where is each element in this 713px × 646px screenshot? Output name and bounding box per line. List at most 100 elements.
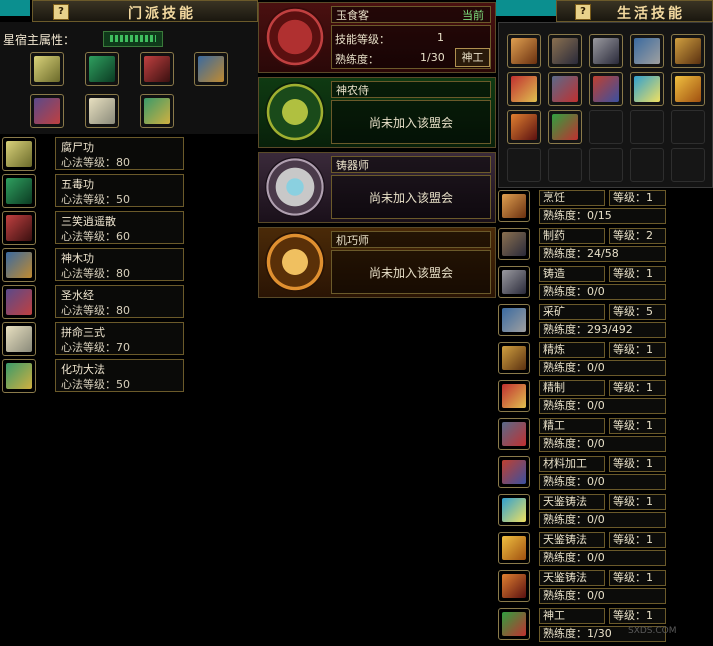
sect-skill-row[interactable]: 化功大法心法等级：50 [55,359,184,392]
life-skill-name: 采矿 [539,304,605,320]
empty-slot[interactable] [548,148,582,182]
life-skill-icon[interactable] [498,608,530,640]
career-status: 尚未加入该盟会 [331,175,491,219]
sect-skill-icon[interactable] [2,137,36,171]
life-skill-name: 精制 [539,380,605,396]
life-skill-grid-icon[interactable] [630,72,664,106]
life-skill-name: 天鉴铸法 [539,494,605,510]
skill-level: 心法等级：80 [61,304,130,317]
prof-value: 1/30 [420,51,445,64]
empty-slot[interactable] [671,148,705,182]
purple-book-icon[interactable] [30,94,64,128]
life-skill-icon[interactable] [498,532,530,564]
life-skill-icon[interactable] [498,342,530,374]
life-skill-level: 等级：2 [609,228,666,244]
career-yushike[interactable]: 玉食客 当前 技能等级： 1 熟练度： 1/30 神工 [258,2,496,73]
life-skill-level: 等级：1 [609,266,666,282]
life-skill-icon[interactable] [498,570,530,602]
skill-level: 心法等级：50 [61,193,130,206]
sect-skill-icon[interactable] [2,285,36,319]
life-skill-icon[interactable] [498,190,530,222]
life-skill-icon[interactable] [498,228,530,260]
career-name: 机巧师 [331,231,491,248]
skill-name: 化功大法 [61,363,105,376]
life-skills-header: ? 生活技能 [556,0,713,22]
life-skill-level: 等级：1 [609,190,666,206]
sect-skill-icon[interactable] [2,211,36,245]
jiqiao-emblem-icon [265,232,325,292]
paper-scroll-icon[interactable] [85,94,119,128]
life-skill-grid-icon[interactable] [507,110,541,144]
life-skill-proficiency: 熟练度：0/0 [539,360,666,376]
sect-skill-row[interactable]: 五毒功 心法等级：50 [55,174,184,207]
green-tome-icon[interactable] [140,94,174,128]
life-skill-proficiency: 熟练度：0/0 [539,436,666,452]
empty-slot[interactable] [589,110,623,144]
career-name: 玉食客 当前 [331,6,491,23]
life-skill-grid-icon[interactable] [548,110,582,144]
career-shennongshi[interactable]: 神农侍 尚未加入该盟会 [258,77,496,148]
life-skill-grid-icon[interactable] [548,72,582,106]
red-book-icon[interactable] [140,52,174,86]
zhuqi-emblem-icon [265,157,325,217]
skill-level: 心法等级：80 [61,156,130,169]
shengong-button[interactable]: 神工 [455,48,490,67]
sect-skill-row[interactable]: 圣水经心法等级：80 [55,285,184,318]
current-tag: 当前 [462,9,484,22]
career-zhuqishi[interactable]: 铸器师 尚未加入该盟会 [258,152,496,223]
life-skill-icon[interactable] [498,380,530,412]
scroll-icon[interactable] [30,52,64,86]
sect-skill-row[interactable]: 神木功 心法等级：80 [55,248,184,281]
life-skill-level: 等级：1 [609,494,666,510]
sect-skill-row[interactable]: 腐尸功 心法等级：80 [55,137,184,170]
life-skill-icon[interactable] [498,456,530,488]
career-name: 神农侍 [331,81,491,98]
life-skill-grid-icon[interactable] [507,34,541,68]
sect-skill-row[interactable]: 拼命三式 心法等级：70 [55,322,184,355]
yushike-emblem-icon [265,7,325,67]
life-skill-grid-icon[interactable] [589,72,623,106]
life-skill-icon[interactable] [498,266,530,298]
life-skill-icon[interactable] [498,418,530,450]
life-skill-name: 神工 [539,608,605,624]
sect-skills-title: 门派技能 [128,6,196,22]
empty-slot[interactable] [671,110,705,144]
life-skill-proficiency: 熟练度：0/15 [539,208,666,224]
help-button[interactable]: ? [575,4,591,20]
help-button[interactable]: ? [53,4,69,20]
empty-slot[interactable] [630,110,664,144]
life-skill-name: 制药 [539,228,605,244]
career-jiqiaoshi[interactable]: 机巧师 尚未加入该盟会 [258,227,496,298]
jade-scroll-icon[interactable] [85,52,119,86]
life-skill-grid-icon[interactable] [630,34,664,68]
life-skill-icon[interactable] [498,304,530,336]
skill-level: 心法等级：70 [61,341,130,354]
life-skill-level: 等级：1 [609,380,666,396]
sect-skill-icon[interactable] [2,322,36,356]
empty-slot[interactable] [630,148,664,182]
life-skill-grid-icon[interactable] [589,34,623,68]
yushike-detail: 技能等级： 1 熟练度： 1/30 神工 [331,25,491,69]
life-skill-level: 等级：1 [609,342,666,358]
skill-name: 圣水经 [61,289,94,302]
life-skill-icon[interactable] [498,494,530,526]
blue-book-icon[interactable] [194,52,228,86]
sect-skill-icon[interactable] [2,359,36,393]
empty-slot[interactable] [507,148,541,182]
life-skill-proficiency: 熟练度：0/0 [539,284,666,300]
life-skill-grid-icon[interactable] [548,34,582,68]
life-skill-grid-icon[interactable] [671,34,705,68]
life-skill-level: 等级：1 [609,418,666,434]
empty-slot[interactable] [589,148,623,182]
skill-level: 心法等级：50 [61,378,130,391]
sect-skill-icon[interactable] [2,174,36,208]
sect-skill-row[interactable]: 三笑逍遥散 心法等级：60 [55,211,184,244]
watermark: SXDS.COM [628,626,677,636]
top-mid-teal [496,0,556,16]
life-skill-grid-icon[interactable] [507,72,541,106]
sect-skill-icon[interactable] [2,248,36,282]
life-skill-grid-icon[interactable] [671,72,705,106]
skill-name: 三笑逍遥散 [61,215,116,228]
shennong-emblem-icon [265,82,325,142]
prof-label: 熟练度： [335,53,379,66]
